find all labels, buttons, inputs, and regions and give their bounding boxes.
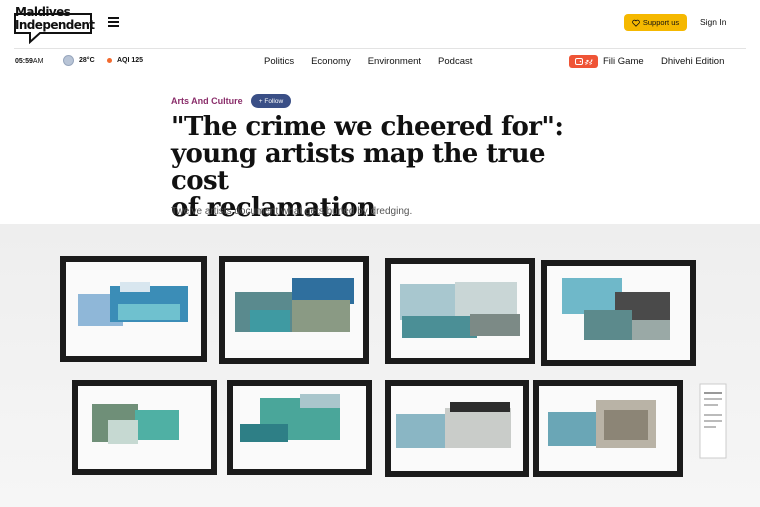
fili-game-link[interactable]: ފިލި Fili Game: [569, 55, 644, 68]
headline-line-1: "The crime we cheered for":: [171, 112, 564, 142]
frame-8: [533, 380, 683, 477]
fili-game-label: Fili Game: [603, 56, 644, 67]
time-suffix: AM: [32, 58, 44, 65]
follow-button[interactable]: + Follow: [251, 94, 291, 108]
aqi-dot-icon: [107, 58, 112, 63]
fili-badge-text: ފިލި: [584, 57, 593, 65]
logo-line-2: Independent: [15, 18, 95, 32]
aqi-widget: AQI 125: [107, 57, 143, 64]
exhibition-photo: [0, 224, 760, 507]
heart-icon: [632, 19, 640, 27]
hero-image: [0, 224, 760, 507]
top-nav: 05:59AM 28°C AQI 125 Politics Economy En…: [0, 49, 760, 77]
weather-widget: 28°C: [63, 55, 95, 66]
nav-item-economy[interactable]: Economy: [311, 56, 351, 67]
time-hours: 05:59: [15, 58, 33, 65]
dhivehi-edition-link[interactable]: Dhivehi Edition: [661, 56, 724, 67]
headline-line-2: young artists map the true cost: [171, 139, 546, 196]
wall-label-card: [699, 383, 727, 459]
article-subtitle: Twelve artists document what gets buried…: [171, 206, 413, 217]
logo-line-1: Maldives: [15, 5, 71, 19]
article-category[interactable]: Arts And Culture: [171, 96, 243, 106]
frame-5: [72, 380, 217, 475]
site-header: Maldives Independent Support us Sign In: [0, 0, 760, 48]
frame-2: [219, 256, 369, 364]
weather-cloud-icon: [63, 55, 74, 66]
frame-7: [385, 380, 529, 477]
nav-item-environment[interactable]: Environment: [368, 56, 421, 67]
frame-6: [227, 380, 372, 475]
support-us-button[interactable]: Support us: [624, 14, 687, 31]
nav-links: Politics Economy Environment Podcast: [264, 56, 472, 67]
support-us-label: Support us: [642, 18, 680, 27]
nav-item-politics[interactable]: Politics: [264, 56, 294, 67]
fili-game-icon: ފިލި: [569, 55, 598, 68]
nav-item-podcast[interactable]: Podcast: [438, 56, 472, 67]
frame-1: [60, 256, 207, 362]
site-logo[interactable]: Maldives Independent: [14, 4, 95, 44]
sign-in-link[interactable]: Sign In: [700, 17, 726, 27]
hamburger-menu-icon[interactable]: [108, 17, 122, 29]
local-time: 05:59AM: [15, 58, 43, 65]
frame-3: [385, 258, 535, 364]
game-controller-icon: [574, 58, 583, 65]
aqi-value: AQI 125: [117, 57, 144, 64]
temperature: 28°C: [79, 57, 95, 64]
frame-4: [541, 260, 696, 366]
